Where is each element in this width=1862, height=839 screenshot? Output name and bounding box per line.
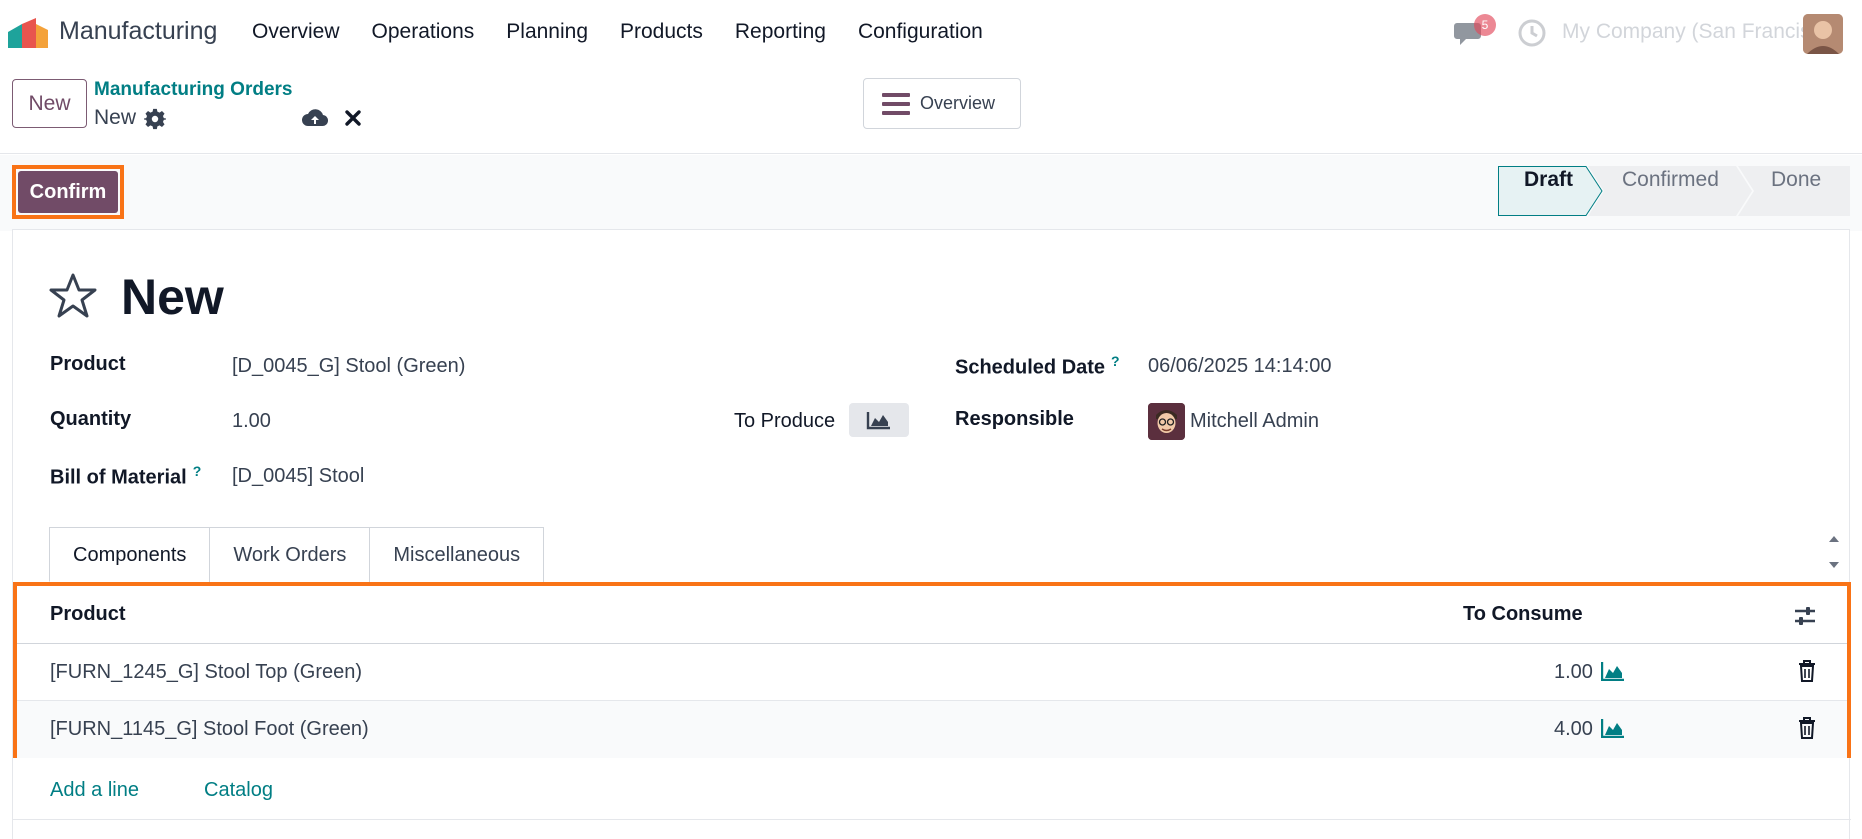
column-to-consume[interactable]: To Consume (1463, 603, 1583, 626)
area-chart-icon[interactable] (1601, 718, 1625, 738)
breadcrumb-manufacturing-orders[interactable]: Manufacturing Orders (94, 79, 292, 101)
manufacturing-app-icon[interactable] (8, 18, 48, 48)
top-navbar: Manufacturing Overview Operations Planni… (0, 0, 1862, 66)
menu-planning[interactable]: Planning (506, 20, 588, 44)
form-sheet: New Product [D_0045_G] Stool (Green) Qua… (12, 229, 1851, 839)
confirm-highlight: Confirm (12, 165, 124, 219)
responsible-field[interactable]: Mitchell Admin (1190, 410, 1319, 433)
tab-work-orders[interactable]: Work Orders (209, 527, 371, 582)
discard-close-icon[interactable] (343, 108, 363, 128)
activity-clock-icon[interactable] (1517, 18, 1547, 48)
catalog-link[interactable]: Catalog (204, 779, 273, 802)
bom-label: Bill of Material? (50, 463, 201, 490)
stage-confirmed[interactable]: Confirmed (1622, 155, 1719, 205)
bom-field[interactable]: [D_0045] Stool (232, 465, 364, 488)
column-product[interactable]: Product (50, 603, 126, 626)
scheduled-help-tooltip[interactable]: ? (1111, 353, 1120, 369)
breadcrumb-current: New (94, 106, 137, 129)
divider (13, 819, 1851, 820)
navbar-systray: 5 My Company (San Francisco) (1362, 10, 1862, 56)
forecast-button[interactable] (849, 403, 909, 437)
add-line-link[interactable]: Add a line (50, 779, 139, 802)
user-avatar-image (1803, 14, 1843, 54)
stage-done[interactable]: Done (1771, 155, 1821, 205)
menu-operations[interactable]: Operations (372, 20, 475, 44)
overview-button[interactable]: Overview (863, 78, 1021, 129)
overview-label: Overview (920, 93, 996, 113)
component-to-consume[interactable]: 4.00 (1554, 718, 1593, 741)
confirm-button[interactable]: Confirm (18, 171, 118, 213)
table-header: Product To Consume (17, 586, 1847, 644)
component-product[interactable]: [FURN_1145_G] Stool Foot (Green) (50, 718, 369, 741)
menu-bars-icon (882, 93, 910, 115)
stage-draft[interactable]: Draft (1524, 155, 1573, 205)
message-count-badge: 5 (1474, 14, 1496, 36)
bom-help-tooltip[interactable]: ? (193, 463, 202, 479)
product-label: Product (50, 353, 126, 375)
components-table: Product To Consume [FURN_1245_G] Stool T… (13, 582, 1851, 758)
app-name[interactable]: Manufacturing (59, 17, 217, 46)
trash-icon[interactable] (1797, 716, 1817, 740)
component-product[interactable]: [FURN_1245_G] Stool Top (Green) (50, 661, 362, 684)
menu-products[interactable]: Products (620, 20, 703, 44)
new-record-button[interactable]: New (12, 79, 87, 128)
gear-icon[interactable] (144, 108, 166, 130)
responsible-avatar-image (1148, 403, 1185, 440)
quantity-label: Quantity (50, 408, 132, 430)
to-produce-label: To Produce (734, 410, 836, 432)
responsible-avatar (1148, 403, 1185, 440)
scheduled-date-label-text: Scheduled Date (955, 356, 1106, 379)
status-bar: Confirm Draft Confirmed Done (0, 155, 1862, 231)
scheduled-date-field[interactable]: 06/06/2025 14:14:00 (1148, 355, 1332, 378)
menu-overview[interactable]: Overview (252, 20, 340, 44)
company-switcher[interactable]: My Company (San Francisco) (1562, 20, 1840, 44)
responsible-label: Responsible (955, 408, 1074, 430)
notebook-tabs: Components Work Orders Miscellaneous (49, 527, 545, 582)
component-to-consume[interactable]: 1.00 (1554, 661, 1593, 684)
trash-icon[interactable] (1797, 659, 1817, 683)
area-chart-icon[interactable] (1601, 661, 1625, 681)
star-priority-icon[interactable] (48, 272, 98, 320)
scheduled-date-label: Scheduled Date? (955, 353, 1120, 380)
scroll-arrows-icon[interactable] (1827, 532, 1841, 572)
table-row[interactable]: [FURN_1245_G] Stool Top (Green) 1.00 (17, 644, 1847, 701)
tab-components[interactable]: Components (49, 527, 211, 582)
menu-reporting[interactable]: Reporting (735, 20, 826, 44)
user-avatar[interactable] (1803, 14, 1843, 54)
menu-configuration[interactable]: Configuration (858, 20, 983, 44)
record-title: New (121, 269, 224, 325)
save-cloud-icon[interactable] (302, 106, 328, 130)
table-row[interactable]: [FURN_1145_G] Stool Foot (Green) 4.00 (17, 701, 1847, 758)
optional-columns-icon[interactable] (1793, 604, 1817, 628)
control-panel: New Manufacturing Orders New Overview (0, 66, 1862, 154)
tab-miscellaneous[interactable]: Miscellaneous (369, 527, 545, 582)
area-chart-icon (866, 412, 890, 430)
bom-label-text: Bill of Material (50, 466, 187, 489)
product-field[interactable]: [D_0045_G] Stool (Green) (232, 355, 465, 378)
main-menu: Overview Operations Planning Products Re… (252, 20, 1015, 44)
quantity-field[interactable]: 1.00 (232, 410, 271, 433)
